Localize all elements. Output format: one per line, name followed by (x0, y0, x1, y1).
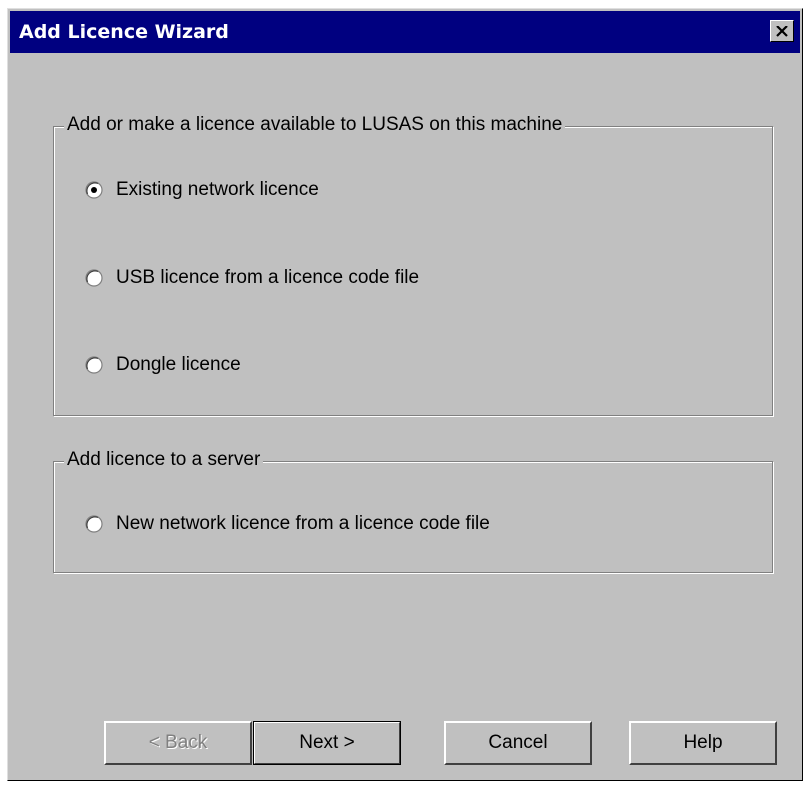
option-label: Dongle licence (116, 354, 241, 375)
window-title: Add Licence Wizard (19, 21, 229, 43)
close-icon (776, 25, 788, 37)
option-dongle-licence[interactable]: Dongle licence (85, 354, 241, 376)
radio-unselected-icon[interactable] (85, 515, 103, 533)
next-button[interactable]: Next > (253, 721, 401, 765)
close-button[interactable] (770, 20, 794, 42)
title-bar[interactable]: Add Licence Wizard (10, 11, 800, 53)
option-existing-network-licence[interactable]: Existing network licence (85, 179, 319, 201)
wizard-window: Add Licence Wizard Add or make a licence… (7, 8, 803, 781)
server-licence-group: Add licence to a server New network lice… (53, 449, 773, 573)
option-usb-licence[interactable]: USB licence from a licence code file (85, 267, 419, 289)
option-label: USB licence from a licence code file (116, 267, 420, 288)
option-label: New network licence from a licence code … (116, 513, 490, 534)
machine-licence-legend: Add or make a licence available to LUSAS… (64, 114, 566, 136)
radio-unselected-icon[interactable] (85, 269, 103, 287)
option-label: Existing network licence (116, 179, 319, 200)
radio-unselected-icon[interactable] (85, 356, 103, 374)
cancel-button[interactable]: Cancel (444, 721, 592, 765)
radio-selected-icon[interactable] (85, 181, 103, 199)
option-new-network-licence[interactable]: New network licence from a licence code … (85, 513, 490, 535)
server-licence-legend: Add licence to a server (64, 449, 264, 471)
back-button[interactable]: < Back (104, 721, 252, 765)
help-button[interactable]: Help (629, 721, 777, 765)
machine-licence-group: Add or make a licence available to LUSAS… (53, 114, 773, 416)
